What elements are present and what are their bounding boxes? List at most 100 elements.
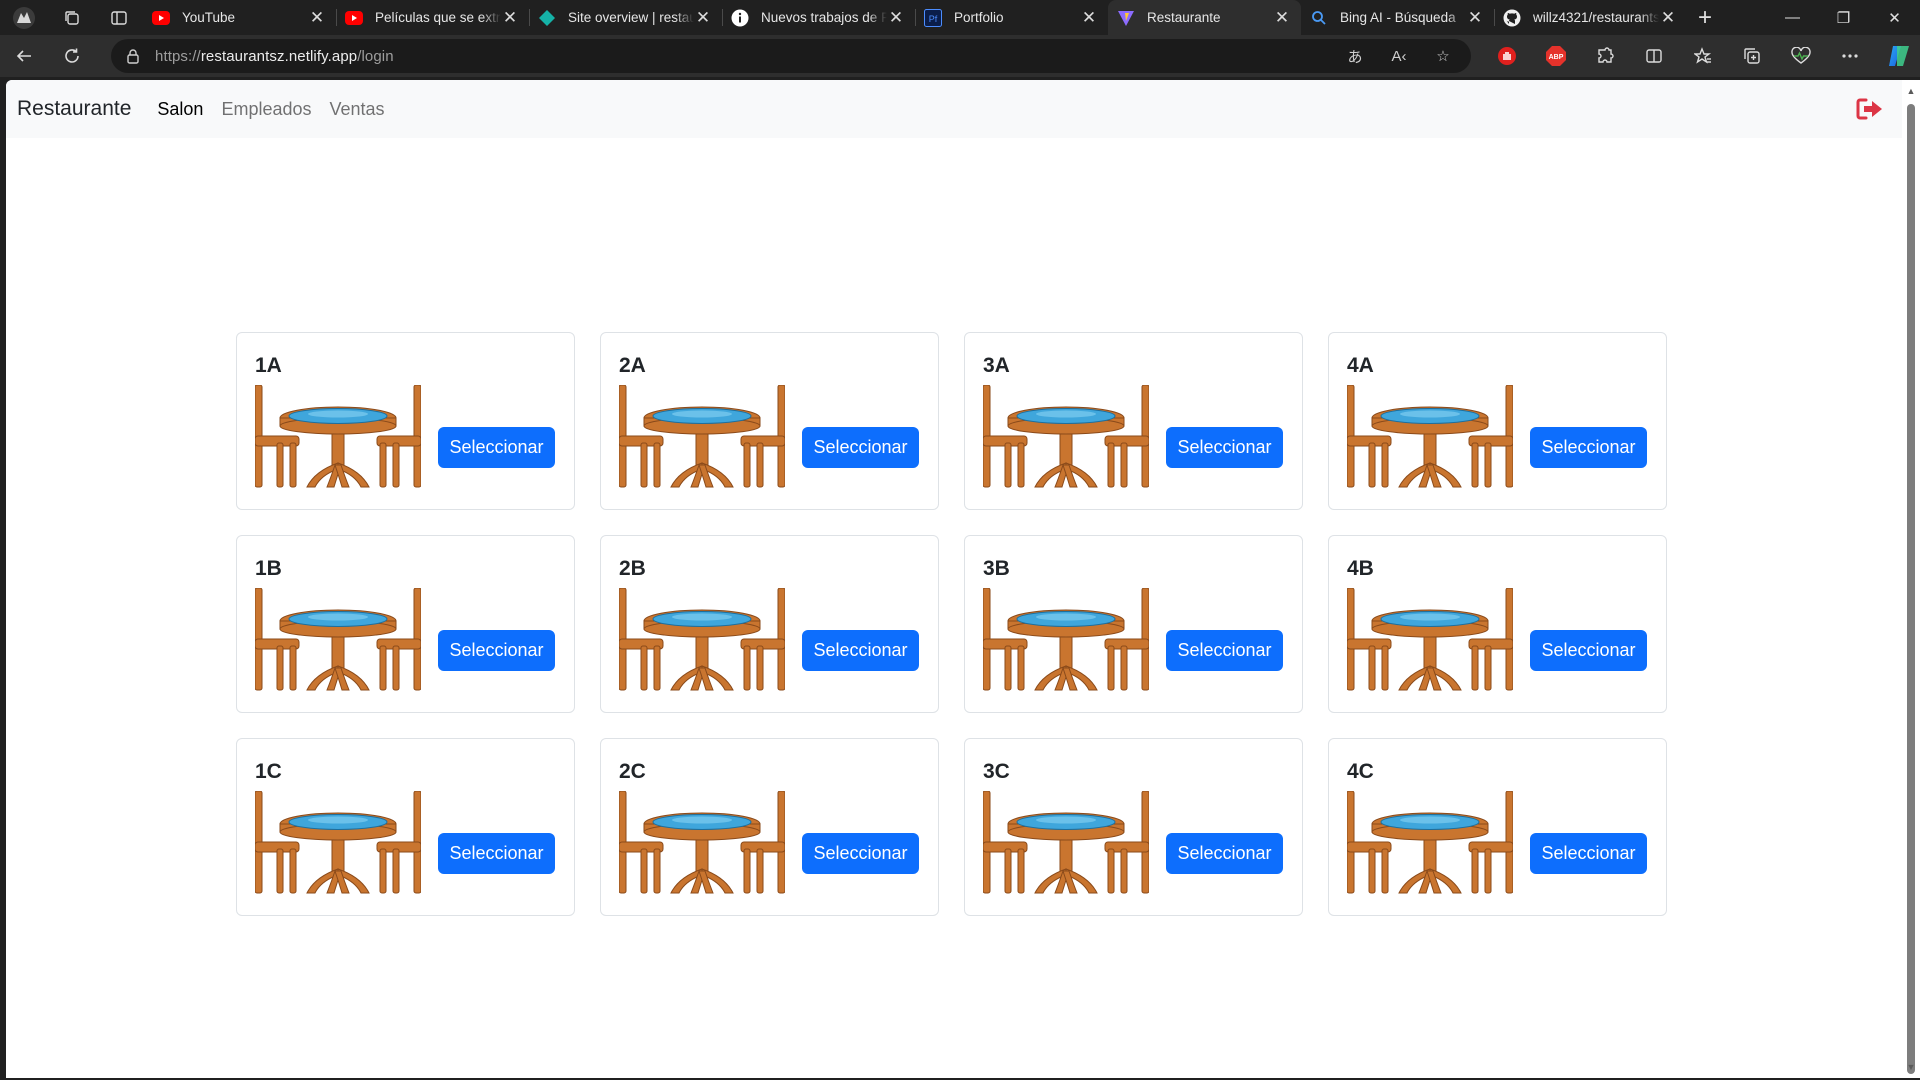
close-tab-icon[interactable]: ✕ [501, 8, 519, 27]
select-table-button[interactable]: Seleccionar [1530, 427, 1647, 468]
table-card: 4B Seleccionar [1328, 535, 1667, 713]
page-viewport: Restaurante Salon Empleados Ventas 1A Se… [6, 80, 1902, 1078]
page-scrollbar[interactable]: ▲ ▼ [1902, 80, 1920, 1078]
browser-tab[interactable]: Películas que se extrañan✕ [336, 0, 529, 35]
minimize-button[interactable]: — [1767, 0, 1818, 35]
github-icon [1503, 9, 1521, 27]
more-menu-icon[interactable] [1825, 35, 1874, 77]
select-table-button[interactable]: Seleccionar [1530, 833, 1647, 874]
table-card: 4A Seleccionar [1328, 332, 1667, 510]
browser-tab[interactable]: Pf Portfolio ✕ [915, 0, 1108, 35]
nav-link-ventas[interactable]: Ventas [330, 99, 385, 120]
select-table-button[interactable]: Seleccionar [802, 630, 919, 671]
select-table-button[interactable]: Seleccionar [1166, 833, 1283, 874]
extensions-bar: ABP [1482, 35, 1920, 77]
favorite-star-icon[interactable]: ☆ [1427, 47, 1459, 65]
table-with-chairs-icon [1346, 384, 1514, 489]
browser-essentials-icon[interactable] [1776, 35, 1825, 77]
svg-text:Pf: Pf [929, 14, 938, 24]
youtube-icon [345, 9, 363, 27]
copilot-icon[interactable] [1874, 35, 1920, 77]
tab-title: Películas que se extrañan [375, 10, 501, 25]
browser-tab[interactable]: Nuevos trabajos de Freelance✕ [722, 0, 915, 35]
vite-icon [1117, 9, 1135, 27]
app-brand[interactable]: Restaurante [17, 97, 131, 121]
table-with-chairs-icon [982, 587, 1150, 692]
refresh-button[interactable] [48, 35, 96, 77]
table-name: 4C [1347, 760, 1374, 783]
select-table-button[interactable]: Seleccionar [438, 833, 555, 874]
table-card: 1C Seleccionar [236, 738, 575, 916]
table-with-chairs-icon [618, 384, 786, 489]
close-tab-icon[interactable]: ✕ [1659, 8, 1677, 27]
table-name: 4B [1347, 557, 1374, 580]
scrollbar-thumb[interactable] [1907, 104, 1915, 1074]
tables-grid: 1A Seleccionar 2A Seleccionar 3A Selecci… [236, 332, 1667, 916]
translate-icon[interactable]: あ [1339, 46, 1371, 67]
table-name: 3B [983, 557, 1010, 580]
browser-tab[interactable]: YouTube ✕ [143, 0, 336, 35]
browser-tab[interactable]: Restaurante ✕ [1108, 0, 1301, 35]
favorites-icon[interactable] [1678, 35, 1727, 77]
table-card: 1A Seleccionar [236, 332, 575, 510]
bing-search-icon [1310, 9, 1328, 27]
logout-icon[interactable] [1856, 97, 1884, 121]
app-navbar: Restaurante Salon Empleados Ventas [6, 80, 1902, 138]
read-aloud-icon[interactable]: A‹ [1383, 48, 1415, 65]
table-card: 2B Seleccionar [600, 535, 939, 713]
profile-avatar-icon[interactable] [0, 0, 48, 35]
browser-tab[interactable]: Site overview | restaurantsz✕ [529, 0, 722, 35]
select-table-button[interactable]: Seleccionar [438, 427, 555, 468]
browser-tab[interactable]: Bing AI - Búsqueda ✕ [1301, 0, 1494, 35]
table-card: 3A Seleccionar [964, 332, 1303, 510]
select-table-button[interactable]: Seleccionar [802, 833, 919, 874]
close-tab-icon[interactable]: ✕ [1273, 8, 1291, 27]
workspaces-icon[interactable] [48, 0, 96, 35]
browser-tab[interactable]: willz4321/restaurantsz ✕ [1494, 0, 1687, 35]
extensions-icon[interactable] [1580, 35, 1629, 77]
table-name: 1A [255, 354, 282, 377]
tab-title: Portfolio [954, 10, 1004, 25]
select-table-button[interactable]: Seleccionar [438, 630, 555, 671]
browser-toolbar: https://restaurantsz.netlify.app/login あ… [0, 35, 1920, 77]
split-screen-icon[interactable] [1629, 35, 1678, 77]
table-name: 2B [619, 557, 646, 580]
address-bar-actions: あ A‹ ☆ [1339, 39, 1459, 73]
nav-link-salon[interactable]: Salon [157, 99, 203, 120]
nav-links: Salon Empleados Ventas [157, 99, 384, 120]
select-table-button[interactable]: Seleccionar [1530, 630, 1647, 671]
address-bar[interactable]: https://restaurantsz.netlify.app/login あ… [111, 39, 1471, 73]
nav-link-empleados[interactable]: Empleados [221, 99, 311, 120]
scroll-down-arrow-icon[interactable]: ▼ [1906, 1062, 1916, 1074]
table-with-chairs-icon [982, 790, 1150, 895]
table-with-chairs-icon [982, 384, 1150, 489]
tab-title: Nuevos trabajos de Freelance [761, 10, 887, 25]
vertical-tabs-icon[interactable] [95, 0, 143, 35]
close-tab-icon[interactable]: ✕ [694, 8, 712, 27]
table-name: 3A [983, 354, 1010, 377]
close-tab-icon[interactable]: ✕ [308, 8, 326, 27]
collections-icon[interactable] [1727, 35, 1776, 77]
new-tab-button[interactable]: + [1687, 0, 1723, 35]
scroll-up-arrow-icon[interactable]: ▲ [1906, 86, 1916, 98]
table-with-chairs-icon [1346, 790, 1514, 895]
url-text: https://restaurantsz.netlify.app/login [155, 47, 394, 65]
adblock-hand-icon[interactable] [1482, 35, 1531, 77]
select-table-button[interactable]: Seleccionar [1166, 427, 1283, 468]
portfolio-icon: Pf [924, 8, 942, 27]
close-tab-icon[interactable]: ✕ [1466, 8, 1484, 27]
close-tab-icon[interactable]: ✕ [1080, 8, 1098, 27]
window-controls: — ❐ ✕ [1767, 0, 1920, 35]
adblock-plus-icon[interactable]: ABP [1531, 35, 1580, 77]
restore-button[interactable]: ❐ [1818, 0, 1869, 35]
lock-icon[interactable] [111, 48, 155, 64]
tab-title: YouTube [182, 10, 236, 25]
table-card: 4C Seleccionar [1328, 738, 1667, 916]
browser-tab-strip: YouTube✕Películas que se extrañan✕Site o… [0, 0, 1920, 35]
select-table-button[interactable]: Seleccionar [802, 427, 919, 468]
table-name: 3C [983, 760, 1010, 783]
close-window-button[interactable]: ✕ [1869, 0, 1920, 35]
back-button[interactable] [0, 35, 48, 77]
close-tab-icon[interactable]: ✕ [887, 8, 905, 27]
select-table-button[interactable]: Seleccionar [1166, 630, 1283, 671]
